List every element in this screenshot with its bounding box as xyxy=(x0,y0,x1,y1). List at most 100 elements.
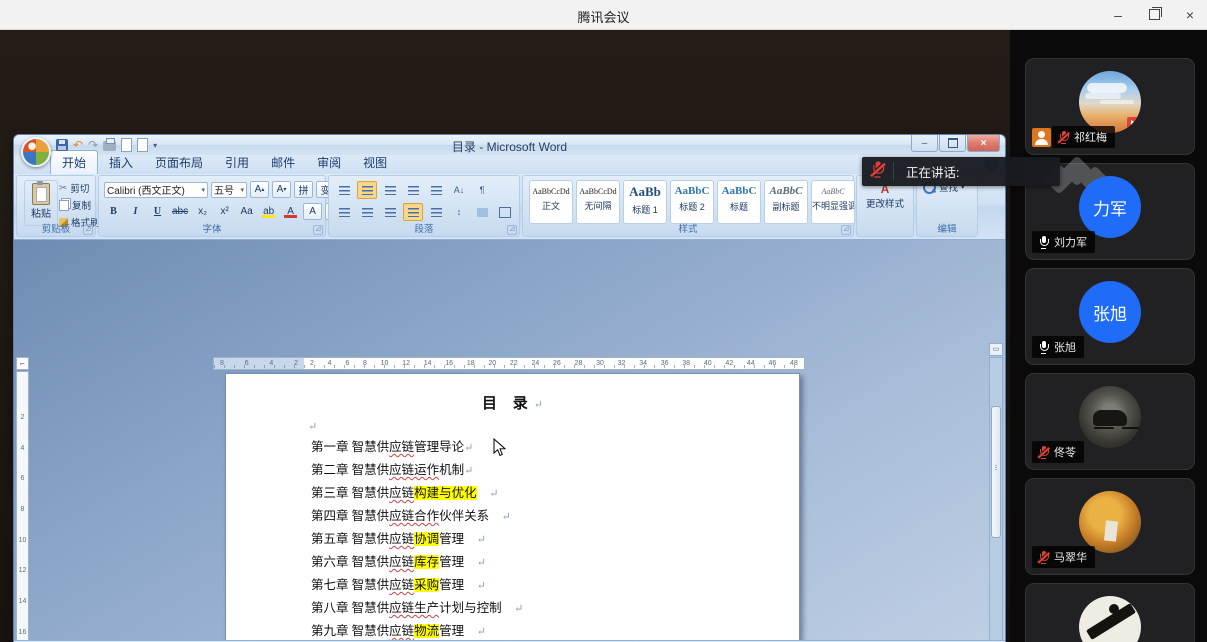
justify-button[interactable] xyxy=(403,203,423,221)
toc-line: 第三章 智慧供应链构建与优化 ↵ xyxy=(311,482,498,501)
decrease-indent-button[interactable] xyxy=(403,181,423,199)
print-icon[interactable] xyxy=(103,141,116,151)
style-subtle-emphasis[interactable]: AaBbC不明显强调 xyxy=(811,180,855,224)
print-preview-icon[interactable] xyxy=(137,138,148,152)
copy-button[interactable]: 复制 xyxy=(59,198,100,212)
style-heading1[interactable]: AaBb标题 1 xyxy=(623,180,667,224)
muted-mic-icon xyxy=(1038,551,1049,564)
italic-button[interactable]: I xyxy=(126,203,145,220)
tab-page-layout[interactable]: 页面布局 xyxy=(144,151,214,174)
borders-button[interactable] xyxy=(495,203,515,221)
shading-button[interactable] xyxy=(472,203,492,221)
line-spacing-button[interactable]: ↕ xyxy=(449,203,469,221)
participant-name: 佟苓 xyxy=(1054,444,1076,460)
character-shading-button[interactable]: A xyxy=(303,203,322,220)
font-group: Calibri (西文正文)▾ 五号▾ A▴ A▾ 拼 变 A B I U ab… xyxy=(98,175,326,237)
avatar xyxy=(1079,71,1141,133)
ruler-toggle-icon[interactable]: ▭ xyxy=(989,343,1003,356)
tab-view[interactable]: 视图 xyxy=(352,151,398,174)
new-document-icon[interactable] xyxy=(121,138,132,152)
grow-font-button[interactable]: A▴ xyxy=(250,181,269,198)
numbering-button[interactable] xyxy=(357,181,377,199)
participant-tile[interactable]: 张旭 张旭 xyxy=(1025,268,1195,365)
close-icon[interactable]: × xyxy=(1181,7,1199,23)
speaking-indicator-toast: 正在讲话: xyxy=(862,157,1060,186)
scissors-icon: ✂ xyxy=(59,183,67,194)
font-size-select[interactable]: 五号▾ xyxy=(211,182,247,198)
styles-dialog-launcher[interactable]: ◿ xyxy=(841,225,851,235)
style-title[interactable]: AaBbC标题 xyxy=(717,180,761,224)
show-hide-pilcrow-button[interactable]: ¶ xyxy=(472,181,492,199)
qat-dropdown-icon[interactable]: ▾ xyxy=(153,141,157,150)
ribbon-tab-bar: 开始 插入 页面布局 引用 邮件 审阅 视图 xyxy=(14,155,1005,174)
underline-button[interactable]: U xyxy=(148,203,167,220)
participant-tile[interactable]: 佟苓 xyxy=(1025,373,1195,470)
paragraph-group: A↓ ¶ ↕ 段落 ◿ xyxy=(328,175,520,237)
subscript-button[interactable]: x₂ xyxy=(193,203,212,220)
tab-insert[interactable]: 插入 xyxy=(98,151,144,174)
participant-tile[interactable]: 马翠华 xyxy=(1025,478,1195,575)
office-button[interactable] xyxy=(21,137,51,167)
minimize-icon[interactable]: – xyxy=(1109,7,1127,23)
font-dialog-launcher[interactable]: ◿ xyxy=(313,225,323,235)
pinyin-guide-button[interactable]: 拼 xyxy=(294,181,313,198)
toc-line: 第六章 智慧供应链库存管理 ↵ xyxy=(311,551,486,570)
tab-review[interactable]: 审阅 xyxy=(306,151,352,174)
document-page[interactable]: 目 录↵ ↵ 第一章 智慧供应链管理导论↵ 第二章 智慧供应链运作机制↵ 第三章… xyxy=(225,373,800,642)
bullets-button[interactable] xyxy=(334,181,354,199)
paste-icon xyxy=(32,183,50,205)
increase-indent-button[interactable] xyxy=(426,181,446,199)
vertical-scrollbar[interactable] xyxy=(989,357,1003,642)
tab-references[interactable]: 引用 xyxy=(214,151,260,174)
style-subtitle[interactable]: AaBbC副标题 xyxy=(764,180,808,224)
avatar: 张旭 xyxy=(1079,281,1141,343)
paragraph-dialog-launcher[interactable]: ◿ xyxy=(507,225,517,235)
style-heading2[interactable]: AaBbC标题 2 xyxy=(670,180,714,224)
word-minimize-icon[interactable]: – xyxy=(911,135,938,152)
text-highlight-button[interactable]: ab xyxy=(259,203,278,220)
muted-mic-icon xyxy=(871,161,885,177)
save-icon[interactable] xyxy=(56,139,68,151)
font-color-button[interactable]: A xyxy=(281,203,300,220)
scrollbar-thumb[interactable] xyxy=(991,406,1001,538)
redo-icon[interactable]: ↷ xyxy=(88,139,98,151)
maximize-icon[interactable] xyxy=(1145,7,1163,23)
ruler-tab-selector[interactable]: ⌐ xyxy=(16,357,29,370)
strikethrough-button[interactable]: abc xyxy=(170,203,190,220)
paste-button[interactable]: 粘贴 xyxy=(24,180,58,226)
tab-mailings[interactable]: 邮件 xyxy=(260,151,306,174)
shrink-font-button[interactable]: A▾ xyxy=(272,181,291,198)
speaking-indicator-text: 正在讲话: xyxy=(893,162,959,181)
style-normal[interactable]: AaBbCcDd正文 xyxy=(529,180,573,224)
change-case-aa-button[interactable]: Aa xyxy=(237,203,256,220)
change-styles-button[interactable]: 更改样式 xyxy=(857,196,913,210)
distribute-button[interactable] xyxy=(426,203,446,221)
word-maximize-icon[interactable] xyxy=(939,135,966,152)
bold-button[interactable]: B xyxy=(104,203,123,220)
toc-line: 第七章 智慧供应链采购管理 ↵ xyxy=(311,574,486,593)
align-center-button[interactable] xyxy=(357,203,377,221)
word-close-icon[interactable]: × xyxy=(967,135,1000,152)
participants-sidebar: 祁红梅 力军 刘力军 张旭 张旭 佟苓 马翠华 xyxy=(1010,30,1207,642)
muted-mic-icon xyxy=(1058,131,1069,144)
tencent-meeting-window: 腾讯会议 – × 目录 - Microsoft Word ↶ ↷ ▾ xyxy=(0,0,1207,642)
style-no-spacing[interactable]: AaBbCcDd无间隔 xyxy=(576,180,620,224)
toc-line: 第二章 智慧供应链运作机制↵ xyxy=(311,459,473,478)
meeting-titlebar: 腾讯会议 – × xyxy=(0,0,1207,30)
multilevel-list-button[interactable] xyxy=(380,181,400,199)
align-right-button[interactable] xyxy=(380,203,400,221)
participant-tile[interactable]: 祁红梅 xyxy=(1025,58,1195,155)
undo-icon[interactable]: ↶ xyxy=(73,139,83,151)
align-left-button[interactable] xyxy=(334,203,354,221)
font-family-select[interactable]: Calibri (西文正文)▾ xyxy=(104,182,208,198)
superscript-button[interactable]: x² xyxy=(215,203,234,220)
camera-badge-icon xyxy=(1127,117,1140,128)
tab-home[interactable]: 开始 xyxy=(50,150,98,174)
avatar xyxy=(1079,596,1141,642)
cut-button[interactable]: ✂剪切 xyxy=(59,181,100,195)
toc-line: 第一章 智慧供应链管理导论↵ xyxy=(311,436,473,455)
participant-tile[interactable] xyxy=(1025,583,1195,642)
clipboard-dialog-launcher[interactable]: ◿ xyxy=(83,225,93,235)
clipboard-group: 粘贴 ✂剪切 复制 格式刷 剪贴板 ◿ xyxy=(16,175,96,237)
sort-button[interactable]: A↓ xyxy=(449,181,469,199)
